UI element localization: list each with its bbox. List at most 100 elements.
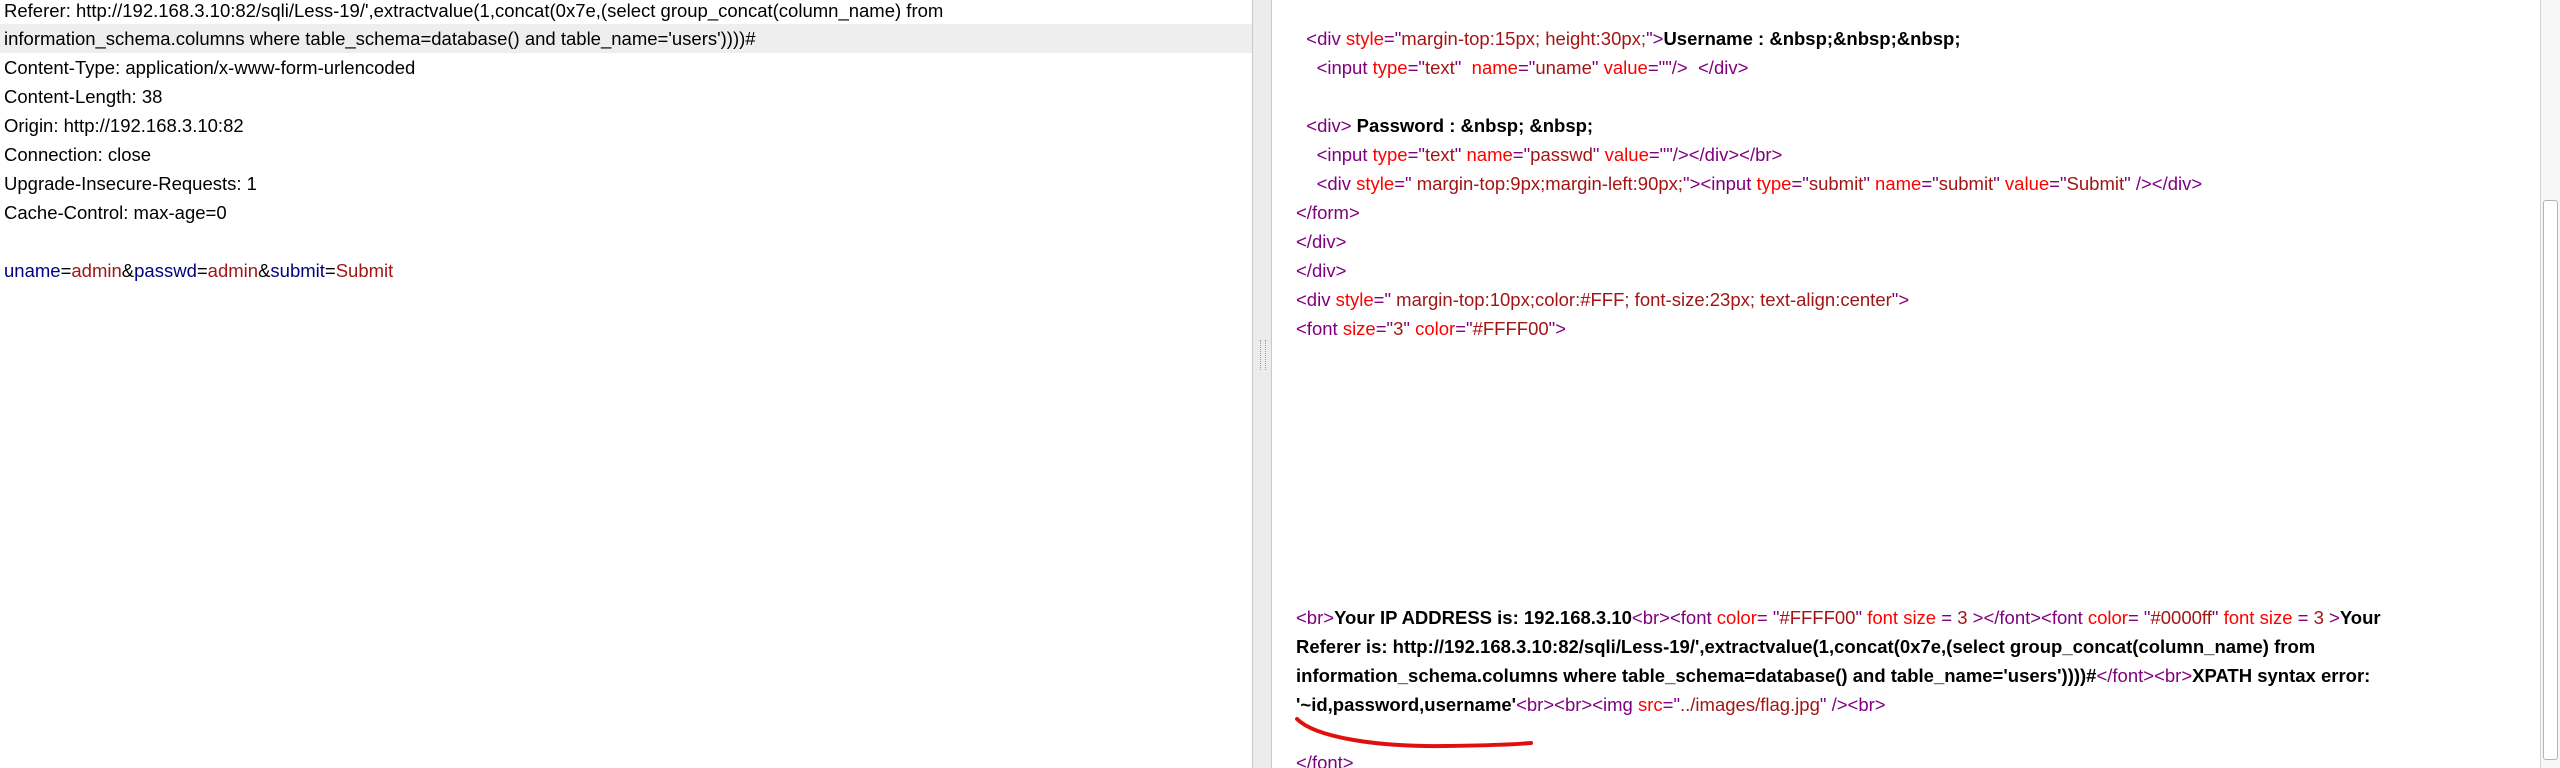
code-token: =" (1375, 318, 1394, 339)
red-underline-annotation (1295, 717, 1533, 749)
code-token: =" (1394, 173, 1412, 194)
param-key-uname: uname (4, 260, 61, 281)
code-token: " (1403, 318, 1416, 339)
code-token: " /></div> (2124, 173, 2203, 194)
response-pane[interactable]: <div style="margin-top:15px; height:30px… (1272, 0, 2540, 768)
code-token: 3 (2313, 607, 2324, 628)
param-key-passwd: passwd (134, 260, 197, 281)
request-header-line: Content-Length: 38 (4, 86, 163, 107)
pane-splitter[interactable] (1252, 0, 1272, 768)
request-pane[interactable]: Referer: http://192.168.3.10:82/sqli/Les… (0, 0, 1252, 768)
code-token: "> (1548, 318, 1567, 339)
code-token: " (2211, 607, 2224, 628)
response-line: <font size="3" color="#FFFF00"> (1296, 314, 1566, 343)
request-header-line: Cache-Control: max-age=0 (4, 202, 227, 223)
code-token: type (1372, 144, 1408, 165)
code-token: =" (1791, 173, 1809, 194)
code-token: <br> (1296, 607, 1335, 628)
code-token: " (1863, 173, 1876, 194)
response-line: </form> (1296, 198, 1360, 227)
request-header-line: information_schema.columns where table_s… (4, 28, 756, 49)
response-line: <br>Your IP ADDRESS is: 192.168.3.10<br>… (1296, 603, 2381, 632)
code-token: =" (1512, 144, 1531, 165)
request-header-line: Origin: http://192.168.3.10:82 (4, 115, 244, 136)
code-token: ../images/flag.jpg (1680, 694, 1820, 715)
code-token: =" (1455, 318, 1473, 339)
param-equals: = (60, 260, 72, 281)
code-token: </div> (1296, 231, 1347, 252)
code-token: Password : &nbsp; &nbsp; (1351, 115, 1594, 136)
code-token: color (1716, 607, 1757, 628)
code-token: #FFFF00 (1472, 318, 1549, 339)
code-token: #FFFF00 (1779, 607, 1856, 628)
response-line: Referer is: http://192.168.3.10:82/sqli/… (1296, 632, 2315, 661)
code-token: =""/></div></br> (1648, 144, 1783, 165)
code-token: XPATH syntax error: (2192, 665, 2371, 686)
response-line: information_schema.columns where table_s… (1296, 661, 2370, 690)
code-token: Referer is: http://192.168.3.10:82/sqli/… (1296, 636, 2316, 657)
code-token: " (1454, 57, 1472, 78)
code-token: size (1342, 318, 1376, 339)
code-token: " (1591, 57, 1604, 78)
code-token: </font> (1296, 752, 1354, 768)
code-token: Your IP ADDRESS is: 192.168.3.10 (1334, 607, 1632, 628)
response-line: <div style=" margin-top:9px;margin-left:… (1296, 169, 2203, 198)
scrollbar-thumb[interactable] (2543, 200, 2558, 760)
code-token: " (1454, 144, 1467, 165)
code-token: value (1604, 144, 1649, 165)
code-token: '~id,password,username' (1296, 694, 1517, 715)
request-header-line: Content-Type: application/x-www-form-url… (4, 57, 416, 78)
code-token: "> (1891, 289, 1910, 310)
response-line: </div> (1296, 256, 1346, 285)
code-token: type (1756, 173, 1792, 194)
code-token: =" (1383, 28, 1402, 49)
request-body-line: uname=admin&passwd=admin&submit=Submit (4, 256, 393, 285)
code-token: = " (2127, 607, 2151, 628)
code-token: submit (1938, 173, 1994, 194)
code-token: Your (2339, 607, 2381, 628)
code-token: Username : &nbsp;&nbsp;&nbsp; (1663, 28, 1961, 49)
code-token: =" (1407, 57, 1425, 78)
param-separator: & (121, 260, 135, 281)
param-separator: & (258, 260, 271, 281)
code-token: uname (1535, 57, 1592, 78)
code-token: " (1855, 607, 1868, 628)
code-token: =" (1662, 694, 1681, 715)
code-token: =" (1373, 289, 1392, 310)
code-token: "><input (1683, 173, 1757, 194)
param-equals: = (324, 260, 336, 281)
code-token: margin-top:9px;margin-left:90px; (1411, 173, 1684, 194)
code-token: name (1471, 57, 1518, 78)
code-token: font size (2223, 607, 2293, 628)
code-token: value (1603, 57, 1648, 78)
code-token: color (2087, 607, 2128, 628)
code-token: <div (1296, 289, 1336, 310)
code-token: </form> (1296, 202, 1360, 223)
request-header-line: Upgrade-Insecure-Requests: 1 (4, 173, 257, 194)
code-token: margin-top:15px; height:30px; (1401, 28, 1647, 49)
response-line: <div> Password : &nbsp; &nbsp; (1296, 111, 1593, 140)
code-token: information_schema.columns where table_s… (1296, 665, 2097, 686)
code-token: =" (2049, 173, 2067, 194)
code-token: text (1424, 57, 1455, 78)
vertical-scrollbar[interactable] (2540, 0, 2560, 768)
code-token: style (1335, 289, 1374, 310)
param-key-submit: submit (270, 260, 325, 281)
code-token: =" (1407, 144, 1425, 165)
response-line: </div> (1296, 227, 1346, 256)
code-token: " (1993, 173, 2005, 194)
code-token: <br><br><img (1516, 694, 1638, 715)
code-token: value (2004, 173, 2050, 194)
response-line: <input type="text" name="passwd" value="… (1296, 140, 1783, 169)
code-token: name (1466, 144, 1513, 165)
code-token: margin-top:10px;color:#FFF; font-size:23… (1391, 289, 1892, 310)
code-token: ></font><font (1967, 607, 2088, 628)
code-token: passwd (1530, 144, 1593, 165)
code-token: #0000ff (2150, 607, 2212, 628)
request-header-line: Connection: close (4, 144, 152, 165)
splitter-grip-icon (1260, 340, 1266, 370)
code-token: </font><br> (2096, 665, 2193, 686)
